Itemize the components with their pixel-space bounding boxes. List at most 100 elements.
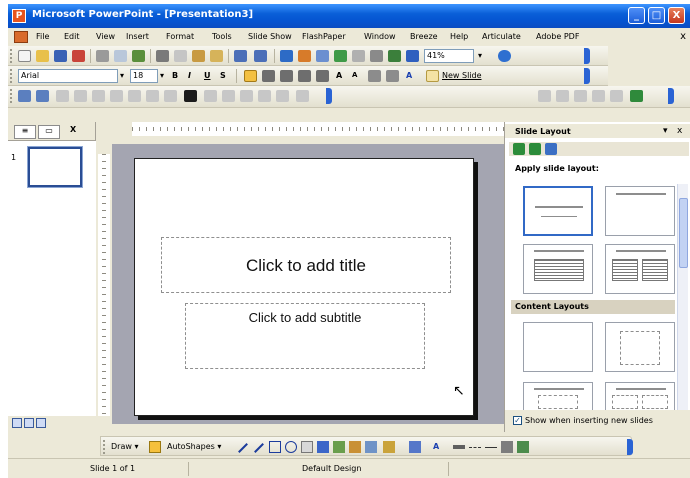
edit-comment-icon[interactable] — [574, 90, 587, 102]
print-preview-icon[interactable] — [114, 50, 127, 62]
shadow-style-icon[interactable] — [501, 441, 513, 453]
next-item-icon[interactable] — [610, 90, 623, 102]
review-icon[interactable] — [538, 90, 551, 102]
subtitle-placeholder[interactable]: Click to add subtitle — [185, 303, 425, 369]
slide-transition-icon[interactable] — [222, 90, 235, 102]
rectangle-icon[interactable] — [269, 441, 281, 453]
task-pane-close-icon[interactable]: x — [677, 126, 682, 136]
clip-art-icon[interactable] — [349, 441, 361, 453]
numbering-icon[interactable] — [298, 70, 311, 82]
menu-file[interactable]: File — [36, 32, 49, 41]
font-size-field[interactable]: 18 — [130, 69, 158, 83]
paste-icon[interactable] — [192, 50, 205, 62]
toolbar-options-icon[interactable] — [326, 88, 332, 104]
expand-all-icon[interactable] — [352, 50, 365, 62]
align-right-icon[interactable] — [280, 70, 293, 82]
promote-icon[interactable] — [56, 90, 69, 102]
powerpoint-app-icon[interactable]: P — [12, 9, 26, 23]
menu-tools[interactable]: Tools — [212, 32, 232, 41]
summary-slide-icon[interactable] — [164, 90, 177, 102]
menu-articulate[interactable]: Articulate — [482, 32, 521, 41]
bullets-icon[interactable] — [316, 70, 329, 82]
toolbar-grip[interactable] — [10, 69, 13, 83]
layout-title-content[interactable] — [523, 382, 593, 412]
permission-icon[interactable] — [72, 50, 85, 62]
move-up-icon[interactable] — [92, 90, 105, 102]
close-button[interactable]: X — [668, 7, 685, 24]
document-icon[interactable] — [14, 31, 28, 43]
layout-title-only[interactable] — [605, 186, 675, 236]
toolbar-options-icon[interactable] — [627, 439, 633, 455]
wordart-icon[interactable] — [317, 441, 329, 453]
forward-icon[interactable] — [529, 143, 541, 155]
collapse-icon[interactable] — [128, 90, 141, 102]
center-icon[interactable] — [262, 70, 275, 82]
oval-icon[interactable] — [285, 441, 297, 453]
arrow-style-icon[interactable] — [485, 447, 497, 449]
maximize-button[interactable]: □ — [648, 7, 665, 24]
toolbar-options-icon[interactable] — [668, 88, 674, 104]
custom-animation-icon[interactable] — [258, 90, 271, 102]
italic-button[interactable]: I — [188, 71, 191, 80]
reviewing-pane-icon[interactable] — [630, 90, 643, 102]
slide-show-button[interactable] — [36, 418, 46, 428]
show-when-inserting-checkbox[interactable]: ✓ — [513, 416, 522, 425]
menu-slide-show[interactable]: Slide Show — [248, 32, 292, 41]
back-icon[interactable] — [513, 143, 525, 155]
insert-picture-icon[interactable] — [365, 441, 377, 453]
underline-button[interactable]: U — [204, 71, 211, 80]
layout-title-slide[interactable] — [523, 186, 593, 236]
close-pane-icon[interactable]: X — [70, 125, 82, 139]
diagram-icon[interactable] — [333, 441, 345, 453]
new-icon[interactable] — [18, 50, 31, 62]
insert-chart-icon[interactable] — [334, 50, 347, 62]
help-icon[interactable] — [498, 50, 511, 62]
slide-thumbnail[interactable] — [27, 146, 83, 188]
line-color-icon[interactable] — [409, 441, 421, 453]
draw-menu-button[interactable]: Draw ▾ — [111, 442, 138, 451]
arrow-icon[interactable] — [254, 443, 264, 453]
tab-slides[interactable]: ▭ — [38, 125, 60, 139]
layout-two-column-text[interactable] — [605, 244, 675, 294]
hyperlink-icon[interactable] — [280, 50, 293, 62]
copy-icon[interactable] — [174, 50, 187, 62]
zoom-dropdown-icon[interactable]: ▾ — [478, 51, 482, 60]
new-slide-icon[interactable] — [426, 70, 439, 82]
expand-icon[interactable] — [146, 90, 159, 102]
cut-icon[interactable] — [156, 50, 169, 62]
close-document-icon[interactable]: x — [680, 31, 686, 42]
font-color-draw-icon[interactable]: A — [433, 442, 439, 451]
format-painter-icon[interactable] — [210, 50, 223, 62]
layout-title-two-content[interactable] — [605, 382, 675, 412]
toolbar-grip[interactable] — [103, 440, 106, 454]
normal-view-button[interactable] — [12, 418, 22, 428]
align-left-icon[interactable] — [244, 70, 257, 82]
decrease-indent-icon[interactable] — [368, 70, 381, 82]
rehearse-icon[interactable] — [296, 90, 309, 102]
open-icon[interactable] — [36, 50, 49, 62]
menu-help[interactable]: Help — [450, 32, 468, 41]
zoom-box[interactable]: 41% — [424, 49, 474, 63]
show-formatting-icon[interactable] — [370, 50, 383, 62]
save-icon[interactable] — [54, 50, 67, 62]
slide-design-icon[interactable] — [204, 90, 217, 102]
move-down-icon[interactable] — [110, 90, 123, 102]
slide-canvas[interactable]: Click to add title Click to add subtitle… — [134, 158, 474, 416]
layout-title-text[interactable] — [523, 244, 593, 294]
fill-color-icon[interactable] — [383, 441, 395, 453]
scrollbar-thumb[interactable] — [679, 198, 688, 268]
line-icon[interactable] — [238, 443, 248, 453]
slide-view-icon[interactable] — [36, 90, 49, 102]
animation-icon[interactable] — [240, 90, 253, 102]
menu-edit[interactable]: Edit — [64, 32, 80, 41]
bold-button[interactable]: B — [172, 71, 178, 80]
font-size-dropdown-icon[interactable]: ▾ — [160, 71, 164, 80]
menu-format[interactable]: Format — [166, 32, 194, 41]
task-pane-scrollbar[interactable] — [677, 184, 688, 412]
menu-window[interactable]: Window — [364, 32, 396, 41]
font-color-icon[interactable]: A — [406, 71, 412, 80]
layout-blank[interactable] — [523, 322, 593, 372]
shadow-button[interactable]: S — [220, 71, 226, 80]
text-box-icon[interactable] — [301, 441, 313, 453]
layout-content[interactable] — [605, 322, 675, 372]
